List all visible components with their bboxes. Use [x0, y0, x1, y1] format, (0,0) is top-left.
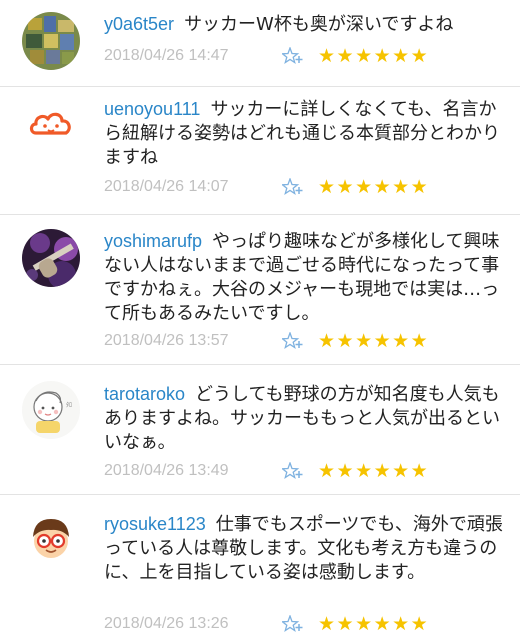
mosaic-pattern-avatar[interactable]: [22, 12, 80, 70]
comment-timestamp: 2018/04/26 13:26: [104, 615, 229, 632]
star-rating: ★★★★★★: [318, 613, 430, 635]
add-star-icon[interactable]: [280, 461, 304, 480]
comment-meta: 2018/04/26 14:07 ★★★★★★: [104, 175, 429, 199]
comment-timestamp: 2018/04/26 13:49: [104, 462, 229, 479]
comment-meta: 2018/04/26 13:57 ★★★★★★: [104, 329, 429, 353]
add-star-icon[interactable]: [280, 46, 304, 65]
comment-text: サッカーW杯も奥が深いですよね: [184, 14, 454, 35]
star-rating: ★★★★★★: [318, 45, 430, 67]
comment-text-block: ryosuke1123 仕事でもスポーツでも、海外で頑張っている人は尊敬します。文…: [104, 512, 506, 585]
comment-text-block: yoshimarufp やっぱり趣味などが多様化して興味ない人はないままで過ごせる…: [104, 229, 506, 326]
comment-meta: 2018/04/26 13:49 ★★★★★★: [104, 459, 429, 483]
add-star-icon[interactable]: [280, 177, 304, 196]
add-star-icon[interactable]: [280, 331, 304, 350]
comment-timestamp: 2018/04/26 13:57: [104, 332, 229, 349]
star-rating: ★★★★★★: [318, 176, 430, 198]
comment-item: ryosuke1123 仕事でもスポーツでも、海外で頑張っている人は尊敬します。文…: [0, 495, 520, 640]
purple-guitar-avatar[interactable]: [22, 229, 80, 287]
comment-meta: 2018/04/26 14:47 ★★★★★★: [104, 44, 429, 68]
comment-username[interactable]: yoshimarufp: [104, 231, 202, 251]
orange-cloud-face-avatar[interactable]: [22, 97, 80, 155]
svg-text:ﾀﾛ: ﾀﾛ: [66, 402, 72, 409]
comment-username[interactable]: ryosuke1123: [104, 514, 206, 534]
comment-username[interactable]: uenoyou111: [104, 99, 200, 119]
comment-timestamp: 2018/04/26 14:47: [104, 47, 229, 64]
add-star-icon[interactable]: [280, 614, 304, 633]
comment-meta: 2018/04/26 13:26 ★★★★★★: [104, 612, 429, 636]
comment-item: y0a6t5er サッカーW杯も奥が深いですよね 2018/04/26 14:47…: [0, 0, 520, 84]
comment-item: yoshimarufp やっぱり趣味などが多様化して興味ない人はないままで過ごせる…: [0, 215, 520, 363]
cartoon-glasses-boy-avatar[interactable]: [22, 509, 80, 567]
comment-text-block: uenoyou111 サッカーに詳しくなくても、名言から紐解ける姿勢はどれも通じる…: [104, 97, 506, 170]
comment-item: ﾀﾛ tarotaroko どうしても野球の方が知名度も人気もありますよね。サッカ…: [0, 365, 520, 493]
illustrated-child-avatar[interactable]: ﾀﾛ: [22, 381, 80, 439]
comment-item: uenoyou111 サッカーに詳しくなくても、名言から紐解ける姿勢はどれも通じる…: [0, 87, 520, 213]
comment-username[interactable]: y0a6t5er: [104, 14, 174, 34]
comment-username[interactable]: tarotaroko: [104, 384, 185, 404]
comment-text-block: tarotaroko どうしても野球の方が知名度も人気もありますよね。サッカーもも…: [104, 382, 506, 455]
comment-text-block: y0a6t5er サッカーW杯も奥が深いですよね: [104, 12, 506, 37]
comment-timestamp: 2018/04/26 14:07: [104, 178, 229, 195]
star-rating: ★★★★★★: [318, 460, 430, 482]
star-rating: ★★★★★★: [318, 330, 430, 352]
